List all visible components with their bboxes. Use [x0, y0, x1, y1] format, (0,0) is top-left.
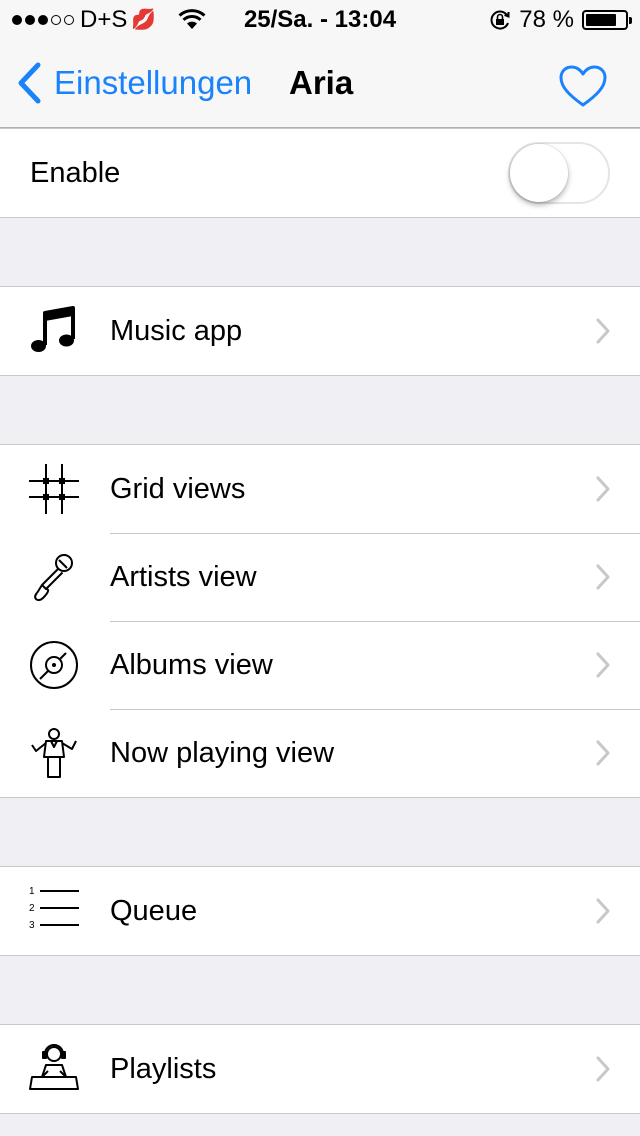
chevron-right-icon [596, 318, 610, 344]
rotation-lock-icon [490, 10, 510, 30]
chevron-right-icon [596, 652, 610, 678]
grid-icon [29, 464, 79, 514]
dj-icon [29, 1044, 79, 1090]
now-playing-view-label: Now playing view [110, 737, 335, 769]
numbered-list-icon: 1 2 3 [29, 886, 79, 931]
enable-label: Enable [30, 157, 121, 189]
artists-view-row[interactable]: Artists view [0, 533, 640, 621]
albums-view-label: Albums view [110, 649, 273, 681]
chevron-right-icon [596, 740, 610, 766]
queue-row[interactable]: 1 2 3 Queue [0, 867, 640, 955]
back-button-label: Einstellungen [54, 64, 253, 101]
navigation-bar: Einstellungen Aria [0, 40, 640, 128]
chevron-right-icon [596, 898, 610, 924]
music-app-section: Music app [0, 286, 640, 376]
svg-text:3: 3 [29, 920, 35, 931]
svg-text:2: 2 [29, 903, 35, 914]
enable-row: Enable [0, 129, 640, 217]
svg-text:1: 1 [29, 886, 35, 897]
now-playing-view-row[interactable]: Now playing view [0, 709, 640, 797]
chevron-left-icon [18, 62, 41, 104]
status-bar: D+S 💋 25/Sa. - 13:04 78 % [0, 0, 640, 40]
playlists-row[interactable]: Playlists [0, 1025, 640, 1113]
vinyl-record-icon [30, 641, 78, 689]
music-app-row[interactable]: Music app [0, 287, 640, 375]
chevron-right-icon [596, 1056, 610, 1082]
enable-toggle[interactable] [508, 142, 610, 204]
microphone-icon [34, 554, 73, 602]
music-app-label: Music app [110, 315, 243, 347]
enable-section: Enable [0, 128, 640, 218]
battery-fill [586, 14, 616, 26]
conductor-icon [31, 728, 77, 778]
music-note-icon [31, 306, 75, 352]
artists-view-label: Artists view [110, 561, 257, 593]
queue-label: Queue [110, 895, 198, 927]
views-section: Grid views Artists view Albums view Now … [0, 444, 640, 798]
back-button[interactable]: Einstellungen [16, 62, 252, 104]
grid-views-row[interactable]: Grid views [0, 445, 640, 533]
battery-icon [582, 10, 632, 30]
playlists-section: Playlists [0, 1024, 640, 1114]
toggle-knob [510, 144, 568, 202]
grid-views-label: Grid views [110, 473, 246, 505]
status-right: 78 % [489, 0, 632, 40]
battery-percent: 78 % [519, 6, 574, 33]
chevron-right-icon [596, 564, 610, 590]
heart-icon[interactable] [558, 64, 608, 108]
chevron-right-icon [596, 476, 610, 502]
page-title: Aria [289, 64, 354, 101]
queue-section: 1 2 3 Queue [0, 866, 640, 956]
albums-view-row[interactable]: Albums view [0, 621, 640, 709]
playlists-label: Playlists [110, 1053, 217, 1085]
